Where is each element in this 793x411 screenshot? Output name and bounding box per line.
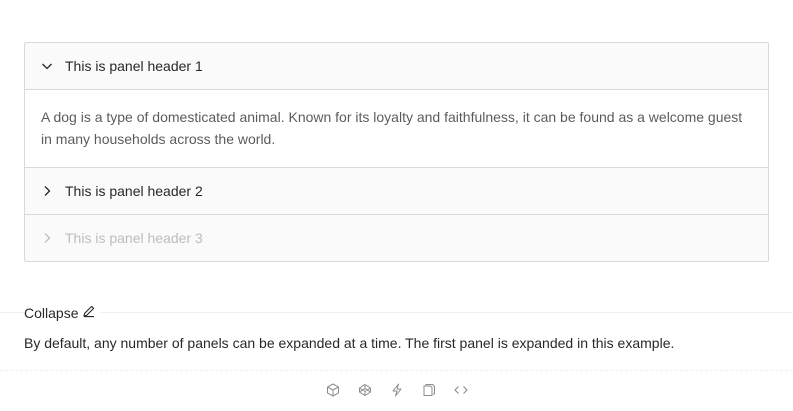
codepen-icon[interactable] <box>357 382 373 398</box>
panel-content-1-text: A dog is a type of domesticated animal. … <box>41 109 743 147</box>
demo-title: Collapse <box>24 304 101 321</box>
chevron-down-icon <box>41 60 53 72</box>
collapse-panel-3: This is panel header 3 <box>25 215 768 261</box>
code-icon[interactable] <box>453 382 469 398</box>
panel-header-3-label: This is panel header 3 <box>65 230 203 246</box>
riddle-icon[interactable] <box>389 382 405 398</box>
codesandbox-icon[interactable] <box>325 382 341 398</box>
chevron-right-icon <box>41 185 53 197</box>
panel-header-3: This is panel header 3 <box>25 215 768 261</box>
actions-divider <box>0 370 793 371</box>
collapse-panel-2: This is panel header 2 <box>25 168 768 215</box>
chevron-right-icon <box>41 232 53 244</box>
demo-title-text: Collapse <box>24 304 79 321</box>
collapse: This is panel header 1 A dog is a type o… <box>24 42 769 262</box>
edit-icon[interactable] <box>82 304 96 321</box>
collapse-panel-1: This is panel header 1 A dog is a type o… <box>25 43 768 168</box>
code-actions <box>0 382 793 398</box>
panel-header-1[interactable]: This is panel header 1 <box>25 43 768 89</box>
panel-header-2[interactable]: This is panel header 2 <box>25 168 768 214</box>
demo-description: By default, any number of panels can be … <box>24 335 675 351</box>
section-divider <box>0 312 793 313</box>
panel-content-1: A dog is a type of domesticated animal. … <box>25 89 768 167</box>
panel-header-2-label: This is panel header 2 <box>65 183 203 199</box>
copy-icon[interactable] <box>421 382 437 398</box>
panel-header-1-label: This is panel header 1 <box>65 58 203 74</box>
